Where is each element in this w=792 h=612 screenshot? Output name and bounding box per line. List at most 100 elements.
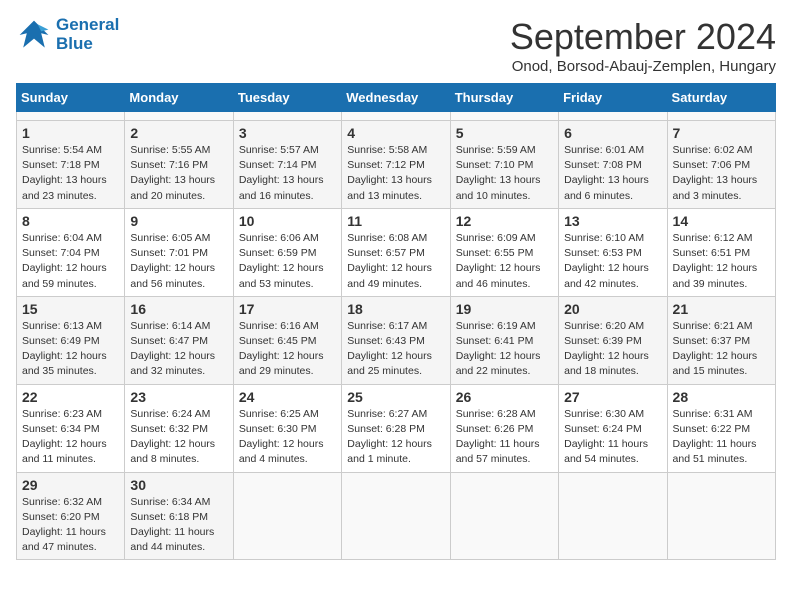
calendar-cell: 26 Sunrise: 6:28 AMSunset: 6:26 PMDayligh…	[450, 384, 558, 472]
col-thursday: Thursday	[450, 84, 558, 112]
day-number: 22	[22, 389, 119, 405]
col-sunday: Sunday	[17, 84, 125, 112]
calendar-cell: 9Sunrise: 6:05 AMSunset: 7:01 PMDaylight…	[125, 208, 233, 296]
day-info: Sunrise: 6:02 AMSunset: 7:06 PMDaylight:…	[673, 143, 770, 204]
col-monday: Monday	[125, 84, 233, 112]
day-info: Sunrise: 6:19 AMSunset: 6:41 PMDaylight:…	[456, 319, 553, 380]
day-info: Sunrise: 5:57 AMSunset: 7:14 PMDaylight:…	[239, 143, 336, 204]
logo-icon	[16, 17, 52, 53]
calendar-cell	[17, 112, 125, 121]
calendar-cell	[233, 112, 341, 121]
day-info: Sunrise: 6:08 AMSunset: 6:57 PMDaylight:…	[347, 231, 444, 292]
month-year-title: September 2024	[510, 16, 776, 58]
logo-text: General Blue	[56, 16, 119, 53]
calendar-cell: 21 Sunrise: 6:21 AMSunset: 6:37 PMDayligh…	[667, 296, 775, 384]
day-number: 8	[22, 213, 119, 229]
day-number: 10	[239, 213, 336, 229]
day-number: 16	[130, 301, 227, 317]
day-number: 18	[347, 301, 444, 317]
day-info: Sunrise: 6:31 AMSunset: 6:22 PMDaylight:…	[673, 407, 770, 468]
calendar-cell: 3 Sunrise: 5:57 AMSunset: 7:14 PMDaylight…	[233, 121, 341, 209]
calendar-row: 29Sunrise: 6:32 AMSunset: 6:20 PMDayligh…	[17, 472, 776, 560]
calendar-cell: 16 Sunrise: 6:14 AMSunset: 6:47 PMDayligh…	[125, 296, 233, 384]
day-info: Sunrise: 5:55 AMSunset: 7:16 PMDaylight:…	[130, 143, 227, 204]
calendar-row	[17, 112, 776, 121]
calendar-cell: 4 Sunrise: 5:58 AMSunset: 7:12 PMDaylight…	[342, 121, 450, 209]
day-number: 19	[456, 301, 553, 317]
calendar-cell	[342, 472, 450, 560]
calendar-cell: 7 Sunrise: 6:02 AMSunset: 7:06 PMDaylight…	[667, 121, 775, 209]
day-info: Sunrise: 6:01 AMSunset: 7:08 PMDaylight:…	[564, 143, 661, 204]
day-info: Sunrise: 6:28 AMSunset: 6:26 PMDaylight:…	[456, 407, 553, 468]
calendar-cell: 11Sunrise: 6:08 AMSunset: 6:57 PMDayligh…	[342, 208, 450, 296]
calendar-row: 15Sunrise: 6:13 AMSunset: 6:49 PMDayligh…	[17, 296, 776, 384]
calendar-cell: 22 Sunrise: 6:23 AMSunset: 6:34 PMDayligh…	[17, 384, 125, 472]
calendar-cell	[559, 472, 667, 560]
day-number: 6	[564, 125, 661, 141]
day-info: Sunrise: 6:04 AMSunset: 7:04 PMDaylight:…	[22, 231, 119, 292]
calendar-cell	[667, 472, 775, 560]
day-number: 3	[239, 125, 336, 141]
calendar-cell: 20Sunrise: 6:20 AMSunset: 6:39 PMDayligh…	[559, 296, 667, 384]
day-info: Sunrise: 6:30 AMSunset: 6:24 PMDaylight:…	[564, 407, 661, 468]
day-number: 30	[130, 477, 227, 493]
day-number: 7	[673, 125, 770, 141]
day-number: 25	[347, 389, 444, 405]
day-info: Sunrise: 5:54 AMSunset: 7:18 PMDaylight:…	[22, 143, 119, 204]
calendar-cell: 19 Sunrise: 6:19 AMSunset: 6:41 PMDayligh…	[450, 296, 558, 384]
location-subtitle: Onod, Borsod-Abauj-Zemplen, Hungary	[510, 58, 776, 75]
day-number: 9	[130, 213, 227, 229]
col-friday: Friday	[559, 84, 667, 112]
day-info: Sunrise: 6:21 AMSunset: 6:37 PMDaylight:…	[673, 319, 770, 380]
day-number: 1	[22, 125, 119, 141]
page-header: General Blue September 2024 Onod, Borsod…	[16, 16, 776, 75]
day-number: 20	[564, 301, 661, 317]
day-info: Sunrise: 6:27 AMSunset: 6:28 PMDaylight:…	[347, 407, 444, 468]
day-number: 2	[130, 125, 227, 141]
logo: General Blue	[16, 16, 119, 53]
day-info: Sunrise: 5:58 AMSunset: 7:12 PMDaylight:…	[347, 143, 444, 204]
day-info: Sunrise: 6:09 AMSunset: 6:55 PMDaylight:…	[456, 231, 553, 292]
day-info: Sunrise: 5:59 AMSunset: 7:10 PMDaylight:…	[456, 143, 553, 204]
calendar-cell	[450, 472, 558, 560]
col-saturday: Saturday	[667, 84, 775, 112]
day-info: Sunrise: 6:10 AMSunset: 6:53 PMDaylight:…	[564, 231, 661, 292]
calendar-cell	[667, 112, 775, 121]
calendar-cell: 2 Sunrise: 5:55 AMSunset: 7:16 PMDaylight…	[125, 121, 233, 209]
calendar-cell: 10 Sunrise: 6:06 AMSunset: 6:59 PMDayligh…	[233, 208, 341, 296]
calendar-cell	[233, 472, 341, 560]
day-info: Sunrise: 6:12 AMSunset: 6:51 PMDaylight:…	[673, 231, 770, 292]
calendar-cell	[450, 112, 558, 121]
day-info: Sunrise: 6:23 AMSunset: 6:34 PMDaylight:…	[22, 407, 119, 468]
calendar-cell: 23 Sunrise: 6:24 AMSunset: 6:32 PMDayligh…	[125, 384, 233, 472]
calendar-row: 1 Sunrise: 5:54 AMSunset: 7:18 PMDaylight…	[17, 121, 776, 209]
day-info: Sunrise: 6:14 AMSunset: 6:47 PMDaylight:…	[130, 319, 227, 380]
calendar-row: 22 Sunrise: 6:23 AMSunset: 6:34 PMDayligh…	[17, 384, 776, 472]
calendar-header-row: Sunday Monday Tuesday Wednesday Thursday…	[17, 84, 776, 112]
day-number: 17	[239, 301, 336, 317]
day-number: 26	[456, 389, 553, 405]
day-info: Sunrise: 6:24 AMSunset: 6:32 PMDaylight:…	[130, 407, 227, 468]
day-number: 12	[456, 213, 553, 229]
day-info: Sunrise: 6:13 AMSunset: 6:49 PMDaylight:…	[22, 319, 119, 380]
calendar-cell: 28Sunrise: 6:31 AMSunset: 6:22 PMDayligh…	[667, 384, 775, 472]
calendar-table: Sunday Monday Tuesday Wednesday Thursday…	[16, 83, 776, 560]
calendar-cell	[125, 112, 233, 121]
day-number: 5	[456, 125, 553, 141]
day-number: 21	[673, 301, 770, 317]
calendar-cell: 8 Sunrise: 6:04 AMSunset: 7:04 PMDaylight…	[17, 208, 125, 296]
day-info: Sunrise: 6:25 AMSunset: 6:30 PMDaylight:…	[239, 407, 336, 468]
calendar-cell: 13Sunrise: 6:10 AMSunset: 6:53 PMDayligh…	[559, 208, 667, 296]
calendar-cell: 5 Sunrise: 5:59 AMSunset: 7:10 PMDaylight…	[450, 121, 558, 209]
calendar-cell	[342, 112, 450, 121]
day-number: 29	[22, 477, 119, 493]
day-number: 27	[564, 389, 661, 405]
day-info: Sunrise: 6:06 AMSunset: 6:59 PMDaylight:…	[239, 231, 336, 292]
col-wednesday: Wednesday	[342, 84, 450, 112]
calendar-cell: 25 Sunrise: 6:27 AMSunset: 6:28 PMDayligh…	[342, 384, 450, 472]
calendar-cell: 17Sunrise: 6:16 AMSunset: 6:45 PMDayligh…	[233, 296, 341, 384]
day-number: 23	[130, 389, 227, 405]
calendar-row: 8 Sunrise: 6:04 AMSunset: 7:04 PMDaylight…	[17, 208, 776, 296]
day-number: 4	[347, 125, 444, 141]
calendar-cell: 15Sunrise: 6:13 AMSunset: 6:49 PMDayligh…	[17, 296, 125, 384]
